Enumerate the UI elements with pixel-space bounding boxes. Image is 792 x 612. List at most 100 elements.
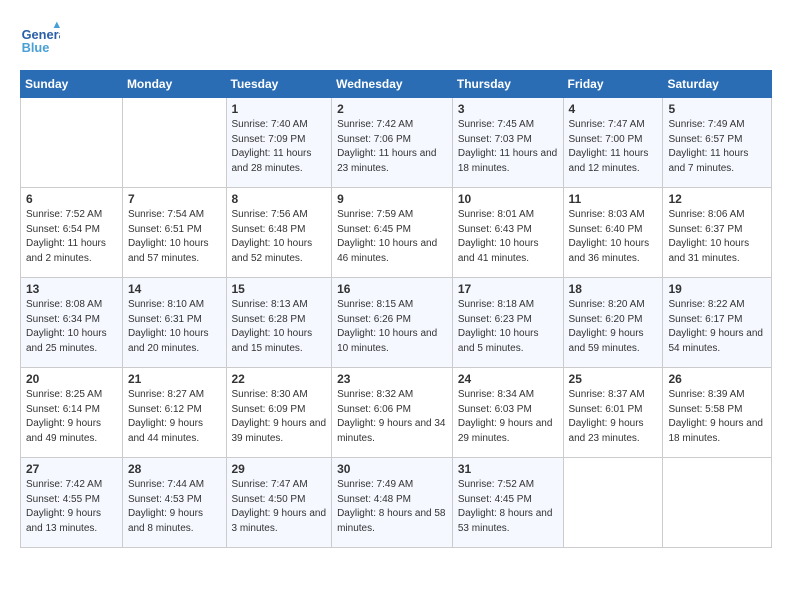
calendar-cell [563, 458, 663, 548]
calendar-cell: 29Sunrise: 7:47 AM Sunset: 4:50 PM Dayli… [226, 458, 332, 548]
calendar-cell: 6Sunrise: 7:52 AM Sunset: 6:54 PM Daylig… [21, 188, 123, 278]
day-detail: Sunrise: 7:49 AM Sunset: 4:48 PM Dayligh… [337, 478, 447, 536]
day-number: 28 [128, 462, 221, 476]
calendar-cell: 30 Sunrise: 7:49 AM Sunset: 4:48 PM Dayli… [332, 458, 453, 548]
day-detail: Sunrise: 7:40 AM Sunset: 7:09 PM Dayligh… [232, 118, 327, 176]
day-detail: Sunrise: 7:47 AM Sunset: 7:00 PM Dayligh… [569, 118, 658, 176]
calendar-cell: 12 Sunrise: 8:06 AM Sunset: 6:37 PM Dayli… [663, 188, 772, 278]
calendar-table: SundayMondayTuesdayWednesdayThursdayFrid… [20, 70, 772, 548]
logo: General Blue [20, 20, 64, 60]
weekday-header: Saturday [663, 71, 772, 98]
day-detail: Sunrise: 8:18 AM Sunset: 6:23 PM Dayligh… [458, 298, 558, 356]
day-number: 19 [668, 282, 766, 296]
day-number: 20 [26, 372, 117, 386]
day-number: 10 [458, 192, 558, 206]
logo-icon: General Blue [20, 20, 60, 60]
svg-text:Blue: Blue [22, 40, 50, 55]
calendar-cell: 3 Sunrise: 7:45 AM Sunset: 7:03 PM Daylig… [452, 98, 563, 188]
calendar-cell: 27 Sunrise: 7:42 AM Sunset: 4:55 PM Dayli… [21, 458, 123, 548]
day-number: 7 [128, 192, 221, 206]
day-number: 27 [26, 462, 117, 476]
day-detail: Sunrise: 8:15 AM Sunset: 6:26 PM Dayligh… [337, 298, 447, 356]
calendar-cell: 19 Sunrise: 8:22 AM Sunset: 6:17 PM Dayli… [663, 278, 772, 368]
calendar-week-row: 27 Sunrise: 7:42 AM Sunset: 4:55 PM Dayli… [21, 458, 772, 548]
day-detail: Sunrise: 8:22 AM Sunset: 6:17 PM Dayligh… [668, 298, 766, 356]
day-number: 21 [128, 372, 221, 386]
day-number: 4 [569, 102, 658, 116]
calendar-cell: 1 Sunrise: 7:40 AM Sunset: 7:09 PM Daylig… [226, 98, 332, 188]
day-number: 12 [668, 192, 766, 206]
calendar-cell: 7 Sunrise: 7:54 AM Sunset: 6:51 PM Daylig… [122, 188, 226, 278]
weekday-header: Friday [563, 71, 663, 98]
day-detail: Sunrise: 8:25 AM Sunset: 6:14 PM Dayligh… [26, 388, 117, 446]
day-number: 5 [668, 102, 766, 116]
day-detail: Sunrise: 7:49 AM Sunset: 6:57 PM Dayligh… [668, 118, 766, 176]
day-number: 3 [458, 102, 558, 116]
day-number: 15 [232, 282, 327, 296]
calendar-cell: 15 Sunrise: 8:13 AM Sunset: 6:28 PM Dayli… [226, 278, 332, 368]
calendar-cell: 18 Sunrise: 8:20 AM Sunset: 6:20 PM Dayli… [563, 278, 663, 368]
day-number: 22 [232, 372, 327, 386]
calendar-week-row: 6Sunrise: 7:52 AM Sunset: 6:54 PM Daylig… [21, 188, 772, 278]
calendar-body: 1 Sunrise: 7:40 AM Sunset: 7:09 PM Daylig… [21, 98, 772, 548]
day-detail: Sunrise: 8:30 AM Sunset: 6:09 PM Dayligh… [232, 388, 327, 446]
day-number: 23 [337, 372, 447, 386]
day-detail: Sunrise: 8:27 AM Sunset: 6:12 PM Dayligh… [128, 388, 221, 446]
weekday-header: Tuesday [226, 71, 332, 98]
calendar-cell: 20 Sunrise: 8:25 AM Sunset: 6:14 PM Dayli… [21, 368, 123, 458]
day-number: 9 [337, 192, 447, 206]
day-number: 31 [458, 462, 558, 476]
page-header: General Blue [20, 20, 772, 60]
day-detail: Sunrise: 7:44 AM Sunset: 4:53 PM Dayligh… [128, 478, 221, 536]
day-number: 30 [337, 462, 447, 476]
day-detail: Sunrise: 8:32 AM Sunset: 6:06 PM Dayligh… [337, 388, 447, 446]
calendar-cell: 31 Sunrise: 7:52 AM Sunset: 4:45 PM Dayli… [452, 458, 563, 548]
day-detail: Sunrise: 7:52 AM Sunset: 6:54 PM Dayligh… [26, 208, 117, 266]
weekday-header: Thursday [452, 71, 563, 98]
day-detail: Sunrise: 8:10 AM Sunset: 6:31 PM Dayligh… [128, 298, 221, 356]
calendar-header-row: SundayMondayTuesdayWednesdayThursdayFrid… [21, 71, 772, 98]
day-detail: Sunrise: 7:47 AM Sunset: 4:50 PM Dayligh… [232, 478, 327, 536]
day-detail: Sunrise: 8:13 AM Sunset: 6:28 PM Dayligh… [232, 298, 327, 356]
day-number: 25 [569, 372, 658, 386]
calendar-cell: 14 Sunrise: 8:10 AM Sunset: 6:31 PM Dayli… [122, 278, 226, 368]
day-detail: Sunrise: 8:06 AM Sunset: 6:37 PM Dayligh… [668, 208, 766, 266]
calendar-cell: 11 Sunrise: 8:03 AM Sunset: 6:40 PM Dayli… [563, 188, 663, 278]
calendar-cell [663, 458, 772, 548]
calendar-cell: 23 Sunrise: 8:32 AM Sunset: 6:06 PM Dayli… [332, 368, 453, 458]
day-detail: Sunrise: 8:08 AM Sunset: 6:34 PM Dayligh… [26, 298, 117, 356]
day-detail: Sunrise: 7:42 AM Sunset: 4:55 PM Dayligh… [26, 478, 117, 536]
day-detail: Sunrise: 8:20 AM Sunset: 6:20 PM Dayligh… [569, 298, 658, 356]
day-detail: Sunrise: 7:52 AM Sunset: 4:45 PM Dayligh… [458, 478, 558, 536]
calendar-week-row: 13 Sunrise: 8:08 AM Sunset: 6:34 PM Dayli… [21, 278, 772, 368]
weekday-header: Sunday [21, 71, 123, 98]
calendar-cell [21, 98, 123, 188]
day-number: 11 [569, 192, 658, 206]
day-number: 18 [569, 282, 658, 296]
day-detail: Sunrise: 8:34 AM Sunset: 6:03 PM Dayligh… [458, 388, 558, 446]
weekday-header: Wednesday [332, 71, 453, 98]
calendar-cell: 28 Sunrise: 7:44 AM Sunset: 4:53 PM Dayli… [122, 458, 226, 548]
day-detail: Sunrise: 7:56 AM Sunset: 6:48 PM Dayligh… [232, 208, 327, 266]
day-number: 24 [458, 372, 558, 386]
day-number: 17 [458, 282, 558, 296]
day-detail: Sunrise: 7:45 AM Sunset: 7:03 PM Dayligh… [458, 118, 558, 176]
calendar-cell: 9Sunrise: 7:59 AM Sunset: 6:45 PM Daylig… [332, 188, 453, 278]
day-number: 8 [232, 192, 327, 206]
calendar-week-row: 1 Sunrise: 7:40 AM Sunset: 7:09 PM Daylig… [21, 98, 772, 188]
day-number: 1 [232, 102, 327, 116]
calendar-cell: 4 Sunrise: 7:47 AM Sunset: 7:00 PM Daylig… [563, 98, 663, 188]
calendar-cell: 2 Sunrise: 7:42 AM Sunset: 7:06 PM Daylig… [332, 98, 453, 188]
day-number: 2 [337, 102, 447, 116]
day-detail: Sunrise: 7:42 AM Sunset: 7:06 PM Dayligh… [337, 118, 447, 176]
day-detail: Sunrise: 7:54 AM Sunset: 6:51 PM Dayligh… [128, 208, 221, 266]
day-number: 13 [26, 282, 117, 296]
day-detail: Sunrise: 8:03 AM Sunset: 6:40 PM Dayligh… [569, 208, 658, 266]
calendar-cell: 5 Sunrise: 7:49 AM Sunset: 6:57 PM Daylig… [663, 98, 772, 188]
day-number: 14 [128, 282, 221, 296]
calendar-cell: 13 Sunrise: 8:08 AM Sunset: 6:34 PM Dayli… [21, 278, 123, 368]
calendar-cell: 24 Sunrise: 8:34 AM Sunset: 6:03 PM Dayli… [452, 368, 563, 458]
calendar-cell: 26Sunrise: 8:39 AM Sunset: 5:58 PM Dayli… [663, 368, 772, 458]
calendar-cell: 17 Sunrise: 8:18 AM Sunset: 6:23 PM Dayli… [452, 278, 563, 368]
day-detail: Sunrise: 8:37 AM Sunset: 6:01 PM Dayligh… [569, 388, 658, 446]
